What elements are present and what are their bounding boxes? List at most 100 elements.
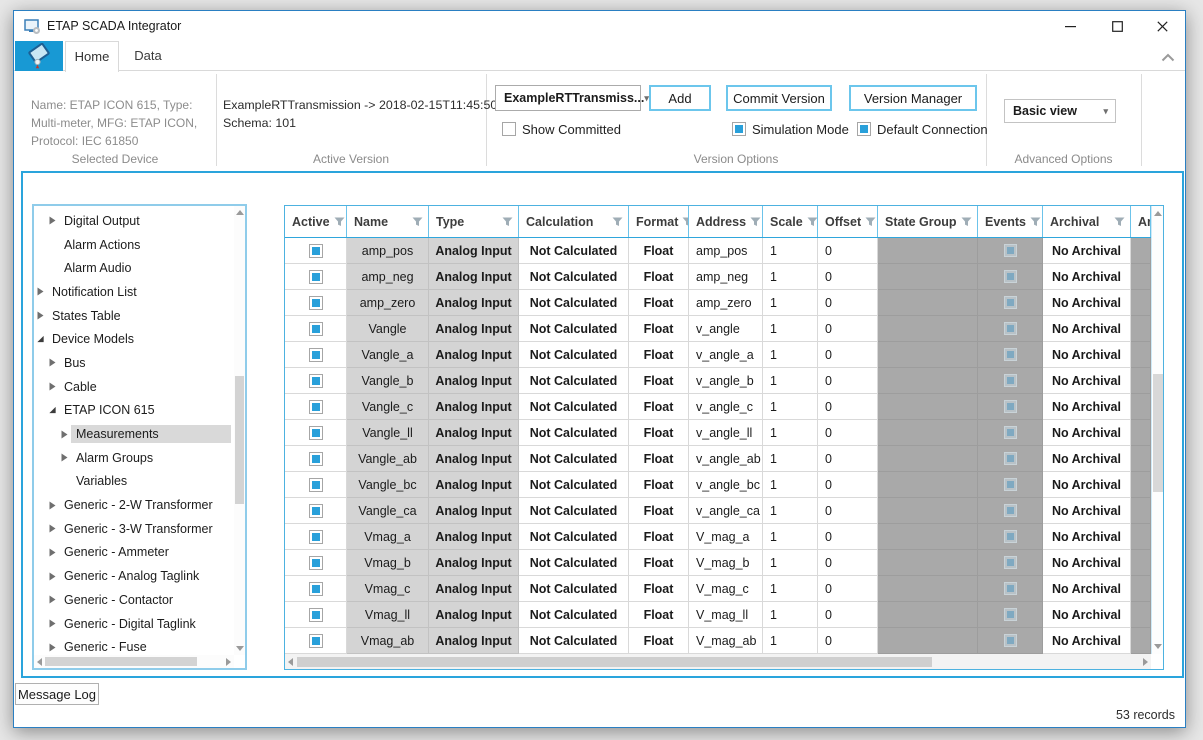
cell-scale[interactable]: 1	[763, 316, 818, 342]
cell-active[interactable]	[285, 550, 347, 576]
show-committed-checkbox[interactable]: Show Committed	[502, 121, 621, 137]
cell-active[interactable]	[285, 628, 347, 654]
cell-format[interactable]: Float	[629, 316, 689, 342]
expander-collapsed-icon[interactable]	[60, 452, 69, 463]
cell-format[interactable]: Float	[629, 576, 689, 602]
cell-scale[interactable]: 1	[763, 394, 818, 420]
tab-data[interactable]: Data	[121, 41, 175, 71]
cell-active[interactable]	[285, 368, 347, 394]
grid-vscroll-thumb[interactable]	[1153, 374, 1163, 492]
cell-address[interactable]: v_angle_c	[689, 394, 763, 420]
expander-collapsed-icon[interactable]	[48, 571, 57, 582]
cell-address[interactable]: V_mag_a	[689, 524, 763, 550]
tree-item[interactable]: ETAP ICON 615	[36, 399, 233, 423]
cell-archival[interactable]: No Archival	[1043, 316, 1131, 342]
checkbox-box[interactable]	[857, 122, 871, 136]
cell-active[interactable]	[285, 394, 347, 420]
cell-active[interactable]	[285, 316, 347, 342]
cell-offset[interactable]: 0	[818, 316, 878, 342]
ribbon-collapse-chevron-icon[interactable]	[1159, 49, 1177, 65]
cell-active[interactable]	[285, 524, 347, 550]
tree-item[interactable]: Alarm Actions	[36, 233, 233, 257]
scroll-left-icon[interactable]	[288, 658, 293, 666]
cell-scale[interactable]: 1	[763, 602, 818, 628]
cell-calculation[interactable]: Not Calculated	[519, 602, 629, 628]
grid-horizontal-scrollbar[interactable]	[285, 654, 1151, 669]
active-checkbox[interactable]	[309, 504, 323, 518]
filter-funnel-icon[interactable]	[961, 217, 972, 227]
cell-calculation[interactable]: Not Calculated	[519, 628, 629, 654]
column-header-scale[interactable]: Scale	[763, 206, 818, 237]
cell-calculation[interactable]: Not Calculated	[519, 394, 629, 420]
cell-archival[interactable]: No Archival	[1043, 290, 1131, 316]
cell-scale[interactable]: 1	[763, 446, 818, 472]
cell-offset[interactable]: 0	[818, 576, 878, 602]
cell-active[interactable]	[285, 472, 347, 498]
cell-archival[interactable]: No Archival	[1043, 602, 1131, 628]
filter-funnel-icon[interactable]	[612, 217, 623, 227]
filter-funnel-icon[interactable]	[1114, 217, 1125, 227]
active-checkbox[interactable]	[309, 556, 323, 570]
cell-active[interactable]	[285, 602, 347, 628]
expander-collapsed-icon[interactable]	[48, 500, 57, 511]
cell-scale[interactable]: 1	[763, 472, 818, 498]
cell-address[interactable]: v_angle_ca	[689, 498, 763, 524]
cell-format[interactable]: Float	[629, 394, 689, 420]
active-checkbox[interactable]	[309, 478, 323, 492]
cell-address[interactable]: v_angle_b	[689, 368, 763, 394]
cell-archival[interactable]: No Archival	[1043, 446, 1131, 472]
cell-archival[interactable]: No Archival	[1043, 238, 1131, 264]
tree-item[interactable]: Generic - Contactor	[36, 588, 233, 612]
cell-address[interactable]: v_angle	[689, 316, 763, 342]
active-checkbox[interactable]	[309, 348, 323, 362]
filter-funnel-icon[interactable]	[334, 217, 345, 227]
active-checkbox[interactable]	[309, 244, 323, 258]
tree-item[interactable]: Generic - Analog Taglink	[36, 564, 233, 588]
cell-format[interactable]: Float	[629, 264, 689, 290]
add-button[interactable]: Add	[649, 85, 711, 111]
tree-item[interactable]: Digital Output	[36, 209, 233, 233]
cell-active[interactable]	[285, 238, 347, 264]
cell-format[interactable]: Float	[629, 290, 689, 316]
tree-horizontal-scrollbar[interactable]	[34, 655, 234, 668]
cell-offset[interactable]: 0	[818, 290, 878, 316]
cell-active[interactable]	[285, 576, 347, 602]
column-header-arc[interactable]: Arc	[1131, 206, 1151, 237]
tree-item[interactable]: Generic - 3-W Transformer	[36, 517, 233, 541]
cell-scale[interactable]: 1	[763, 628, 818, 654]
cell-format[interactable]: Float	[629, 602, 689, 628]
cell-format[interactable]: Float	[629, 342, 689, 368]
cell-address[interactable]: V_mag_c	[689, 576, 763, 602]
cell-calculation[interactable]: Not Calculated	[519, 446, 629, 472]
tree-item[interactable]: Cable	[36, 375, 233, 399]
cell-archival[interactable]: No Archival	[1043, 524, 1131, 550]
cell-scale[interactable]: 1	[763, 550, 818, 576]
version-manager-button[interactable]: Version Manager	[849, 85, 977, 111]
cell-address[interactable]: V_mag_ll	[689, 602, 763, 628]
column-header-events[interactable]: Events	[978, 206, 1043, 237]
view-combo[interactable]: Basic view ▾	[1004, 99, 1116, 123]
active-checkbox[interactable]	[309, 270, 323, 284]
cell-scale[interactable]: 1	[763, 368, 818, 394]
cell-active[interactable]	[285, 290, 347, 316]
cell-offset[interactable]: 0	[818, 368, 878, 394]
cell-archival[interactable]: No Archival	[1043, 498, 1131, 524]
cell-offset[interactable]: 0	[818, 264, 878, 290]
tree-item[interactable]: Notification List	[36, 280, 233, 304]
cell-offset[interactable]: 0	[818, 628, 878, 654]
active-checkbox[interactable]	[309, 296, 323, 310]
cell-archival[interactable]: No Archival	[1043, 342, 1131, 368]
expander-collapsed-icon[interactable]	[48, 547, 57, 558]
column-header-calculation[interactable]: Calculation	[519, 206, 629, 237]
active-checkbox[interactable]	[309, 400, 323, 414]
tree-item[interactable]: Bus	[36, 351, 233, 375]
expander-collapsed-icon[interactable]	[36, 310, 45, 321]
version-combo[interactable]: ExampleRTTransmiss... ▾	[495, 85, 641, 111]
message-log-button[interactable]: Message Log	[15, 683, 99, 705]
tree-hscroll-thumb[interactable]	[45, 657, 197, 666]
active-checkbox[interactable]	[309, 426, 323, 440]
cell-scale[interactable]: 1	[763, 524, 818, 550]
cell-format[interactable]: Float	[629, 498, 689, 524]
close-button[interactable]	[1145, 11, 1179, 41]
cell-calculation[interactable]: Not Calculated	[519, 316, 629, 342]
